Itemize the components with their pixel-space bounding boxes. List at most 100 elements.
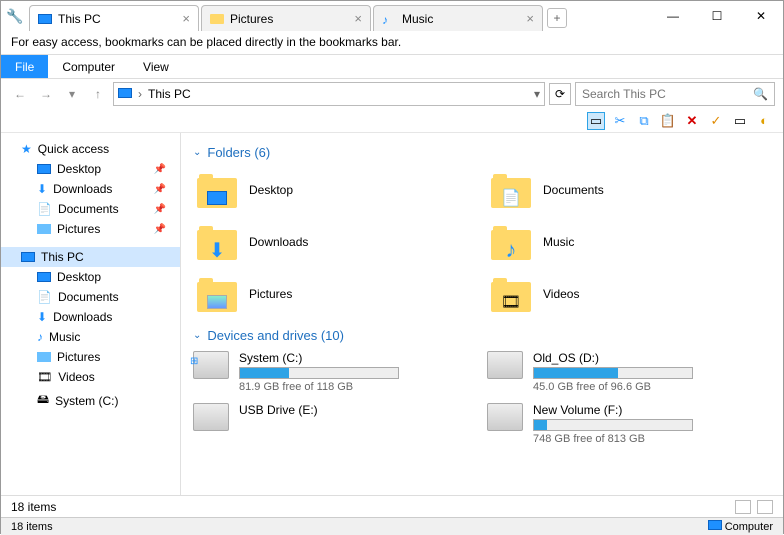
folder-item[interactable]: 📄 Documents bbox=[487, 168, 771, 212]
folder-label: Music bbox=[543, 235, 574, 249]
tab-this-pc[interactable]: This PC × bbox=[29, 5, 199, 31]
sidebar-item-label: System (C:) bbox=[55, 394, 118, 408]
sidebar-item-downloads[interactable]: ⬇Downloads📌 bbox=[1, 179, 180, 199]
icons-view-button[interactable] bbox=[757, 500, 773, 514]
footer-computer-label: Computer bbox=[725, 521, 773, 533]
menu-computer[interactable]: Computer bbox=[48, 55, 129, 78]
copy-icon[interactable]: ⧉ bbox=[635, 112, 653, 130]
tab-music[interactable]: ♪ Music × bbox=[373, 5, 543, 31]
folders-group-header[interactable]: ⌄ Folders (6) bbox=[193, 145, 771, 160]
desktop-icon bbox=[37, 164, 51, 174]
drive-item[interactable]: ⊞ System (C:) 81.9 GB free of 118 GB bbox=[193, 351, 477, 393]
music-icon: ♪ bbox=[37, 330, 43, 344]
toolbar: ▭ ✂ ⧉ 📋 ✕ ✓ ▭ ◐ bbox=[1, 109, 783, 133]
drive-label: System (C:) bbox=[239, 351, 477, 365]
new-tab-button[interactable]: + bbox=[547, 8, 567, 28]
breadcrumb-sep: › bbox=[138, 87, 142, 101]
close-window-button[interactable]: ✕ bbox=[739, 1, 783, 31]
sidebar-item-desktop[interactable]: Desktop📌 bbox=[1, 159, 180, 179]
folder-label: Desktop bbox=[249, 183, 293, 197]
sidebar-pc-system-c[interactable]: 🖴System (C:) bbox=[1, 387, 180, 414]
folder-label: Documents bbox=[543, 183, 604, 197]
up-button[interactable]: ↑ bbox=[87, 83, 109, 105]
folder-icon: 📄 bbox=[491, 172, 533, 208]
folder-icon: ♪ bbox=[491, 224, 533, 260]
sidebar-pc-documents[interactable]: 📄Documents bbox=[1, 287, 180, 307]
delete-icon[interactable]: ✕ bbox=[683, 112, 701, 130]
sidebar-pc-downloads[interactable]: ⬇Downloads bbox=[1, 307, 180, 327]
select-tool-icon[interactable]: ▭ bbox=[587, 112, 605, 130]
address-dropdown-icon[interactable]: ▾ bbox=[534, 87, 540, 101]
search-icon[interactable]: 🔍 bbox=[753, 87, 768, 101]
content-pane: ⌄ Folders (6) Desktop 📄 Documents ⬇ Down… bbox=[181, 133, 783, 495]
footer-computer: Computer bbox=[708, 520, 773, 533]
drive-icon bbox=[193, 403, 229, 431]
drive-icon bbox=[487, 403, 523, 431]
monitor-icon bbox=[21, 252, 35, 262]
sidebar-item-label: Quick access bbox=[38, 142, 109, 156]
close-icon[interactable]: × bbox=[354, 11, 362, 26]
folder-icon: 🎞 bbox=[491, 276, 533, 312]
search-input[interactable] bbox=[582, 87, 753, 101]
pin-icon: 📌 bbox=[154, 164, 166, 175]
drive-item[interactable]: New Volume (F:) 748 GB free of 813 GB bbox=[487, 403, 771, 445]
music-icon: ♪ bbox=[382, 12, 396, 26]
tab-label: This PC bbox=[58, 12, 176, 26]
details-view-button[interactable] bbox=[735, 500, 751, 514]
address-bar[interactable]: › This PC ▾ bbox=[113, 82, 545, 106]
folder-item[interactable]: Pictures bbox=[193, 272, 477, 316]
pin-icon: 📌 bbox=[154, 204, 166, 215]
drive-item[interactable]: USB Drive (E:) bbox=[193, 403, 477, 445]
search-box[interactable]: 🔍 bbox=[575, 82, 775, 106]
minimize-button[interactable]: — bbox=[651, 1, 695, 31]
properties-icon[interactable]: ▭ bbox=[731, 112, 749, 130]
capacity-bar bbox=[533, 419, 693, 431]
drive-free-text: 45.0 GB free of 96.6 GB bbox=[533, 381, 771, 393]
sidebar-item-label: Videos bbox=[58, 370, 94, 384]
menu-view[interactable]: View bbox=[129, 55, 183, 78]
back-button[interactable]: ← bbox=[9, 83, 31, 105]
sidebar-item-pictures[interactable]: Pictures📌 bbox=[1, 219, 180, 239]
document-icon: 📄 bbox=[37, 202, 52, 216]
drives-group-header[interactable]: ⌄ Devices and drives (10) bbox=[193, 328, 771, 343]
pictures-icon bbox=[37, 352, 51, 362]
folder-item[interactable]: 🎞 Videos bbox=[487, 272, 771, 316]
drive-label: New Volume (F:) bbox=[533, 403, 771, 417]
menu-file[interactable]: File bbox=[1, 55, 48, 78]
drive-item[interactable]: Old_OS (D:) 45.0 GB free of 96.6 GB bbox=[487, 351, 771, 393]
folder-item[interactable]: Desktop bbox=[193, 168, 477, 212]
refresh-button[interactable]: ⟳ bbox=[549, 83, 571, 105]
folder-icon bbox=[197, 172, 239, 208]
paste-icon[interactable]: 📋 bbox=[659, 112, 677, 130]
folder-label: Videos bbox=[543, 287, 579, 301]
close-icon[interactable]: × bbox=[526, 11, 534, 26]
folder-label: Pictures bbox=[249, 287, 292, 301]
sidebar-item-label: Downloads bbox=[53, 182, 112, 196]
sidebar-pc-videos[interactable]: 🎞Videos bbox=[1, 367, 180, 387]
forward-button[interactable]: → bbox=[35, 83, 57, 105]
tab-label: Music bbox=[402, 12, 520, 26]
drive-label: Old_OS (D:) bbox=[533, 351, 771, 365]
menu-bar: File Computer View bbox=[1, 55, 783, 79]
folder-item[interactable]: ⬇ Downloads bbox=[193, 220, 477, 264]
maximize-button[interactable]: ☐ bbox=[695, 1, 739, 31]
folder-item[interactable]: ♪ Music bbox=[487, 220, 771, 264]
settings-wrench-icon[interactable]: 🔧 bbox=[1, 1, 29, 31]
sidebar-this-pc[interactable]: This PC bbox=[1, 247, 180, 267]
sidebar-pc-music[interactable]: ♪Music bbox=[1, 327, 180, 347]
pin-icon: 📌 bbox=[154, 184, 166, 195]
shell-icon[interactable]: ◐ bbox=[755, 112, 773, 130]
sidebar-item-documents[interactable]: 📄Documents📌 bbox=[1, 199, 180, 219]
rename-icon[interactable]: ✓ bbox=[707, 112, 725, 130]
breadcrumb-location[interactable]: This PC bbox=[148, 87, 191, 101]
sidebar-pc-pictures[interactable]: Pictures bbox=[1, 347, 180, 367]
close-icon[interactable]: × bbox=[182, 11, 190, 26]
history-dropdown[interactable]: ▾ bbox=[61, 83, 83, 105]
tab-pictures[interactable]: Pictures × bbox=[201, 5, 371, 31]
sidebar-quick-access[interactable]: ★ Quick access bbox=[1, 139, 180, 159]
footer-item-count: 18 items bbox=[11, 521, 53, 533]
tab-strip: This PC × Pictures × ♪ Music × + bbox=[29, 1, 651, 31]
cut-icon[interactable]: ✂ bbox=[611, 112, 629, 130]
sidebar-pc-desktop[interactable]: Desktop bbox=[1, 267, 180, 287]
drive-label: USB Drive (E:) bbox=[239, 403, 477, 417]
